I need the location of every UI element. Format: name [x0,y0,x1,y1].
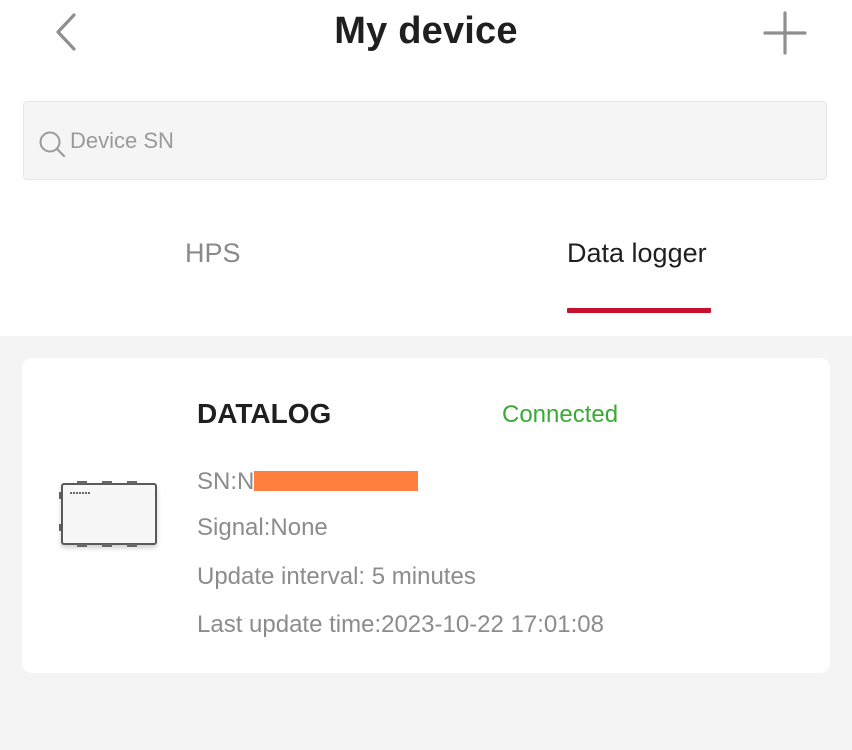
header: My device [0,0,852,70]
search-icon [39,131,66,158]
device-sn-search-input[interactable] [70,102,810,179]
redaction-bar [254,471,419,491]
add-device-button[interactable] [760,8,810,58]
datalogger-device-icon [59,481,157,547]
serial-number-text: SN:N [197,468,255,495]
signal-strength: Signal:None [197,514,328,541]
page: My device HPS Data logger [0,0,852,750]
top-panel: My device HPS Data logger [0,0,852,336]
last-update-time: Last update time:2023-10-22 17:01:08 [197,611,604,638]
search-bar [23,101,827,180]
device-card[interactable]: DATALOG Connected SN:N Signal:None Updat… [22,358,830,673]
device-serial-number: SN:N [197,468,419,496]
connection-status: Connected [502,401,619,428]
active-tab-indicator [567,308,711,313]
page-title: My device [334,10,518,52]
update-interval: Update interval: 5 minutes [197,563,476,590]
device-name: DATALOG [197,398,332,429]
plus-icon [763,11,807,55]
tab-hps[interactable]: HPS [185,238,241,318]
tab-data-logger[interactable]: Data logger [567,238,707,318]
